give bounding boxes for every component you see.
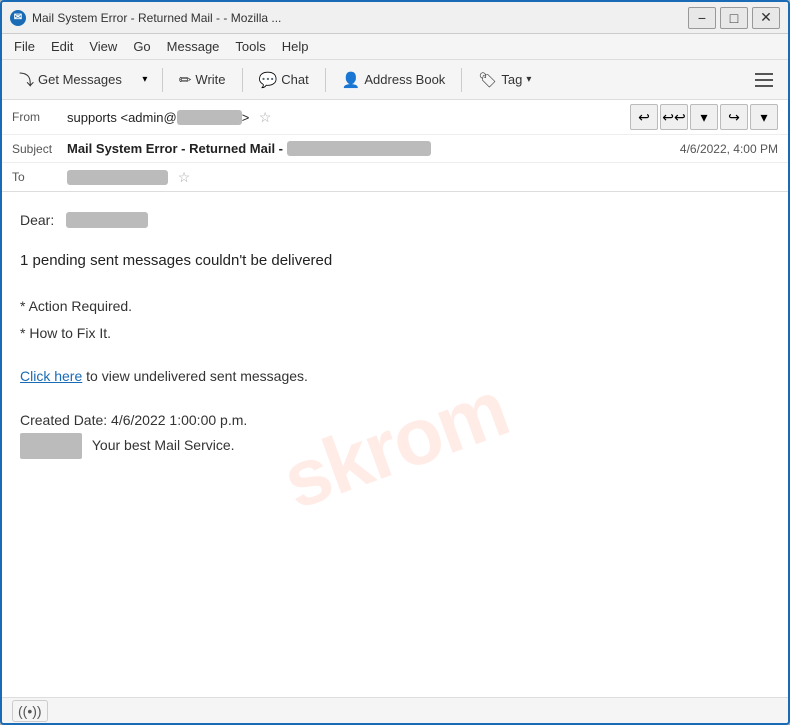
to-star-icon[interactable]: ☆ — [178, 169, 191, 185]
minimize-button[interactable]: − — [688, 7, 716, 29]
from-star-icon[interactable]: ☆ — [259, 109, 272, 125]
get-messages-icon: ⤵ — [19, 69, 34, 90]
more-nav-button[interactable]: ▾ — [690, 104, 718, 130]
title-bar: ✉ Mail System Error - Returned Mail - - … — [2, 2, 788, 34]
to-value: ☆ — [67, 169, 778, 186]
signal-icon: ((•)) — [12, 700, 48, 722]
restore-button[interactable]: □ — [720, 7, 748, 29]
nav-buttons: ↩ ↩↩ ▾ ↪ ▾ — [630, 104, 778, 130]
window-controls: − □ ✕ — [688, 7, 780, 29]
subject-row: Subject Mail System Error - Returned Mai… — [2, 135, 788, 163]
toolbar: ⤵ Get Messages ▾ ✏ Write 💬 Chat 👤 Addres… — [2, 60, 788, 100]
write-label: Write — [195, 72, 225, 87]
tag-label: Tag — [501, 72, 522, 87]
toolbar-separator-3 — [325, 68, 326, 92]
dear-name-blurred — [66, 212, 148, 228]
main-window: ✉ Mail System Error - Returned Mail - - … — [0, 0, 790, 725]
ham-line-2 — [755, 79, 773, 81]
click-rest-text: to view undelivered sent messages. — [82, 368, 308, 384]
action-line-1: * Action Required. — [20, 293, 770, 320]
tag-dropdown-icon: ▾ — [526, 74, 531, 85]
write-icon: ✏ — [179, 71, 192, 89]
tag-button[interactable]: 🏷 Tag ▾ — [469, 66, 540, 94]
write-button[interactable]: ✏ Write — [170, 66, 235, 94]
reply-all-button[interactable]: ↩↩ — [660, 104, 688, 130]
ham-line-3 — [755, 85, 773, 87]
more-actions-button[interactable]: ▾ — [750, 104, 778, 130]
click-here-link[interactable]: Click here — [20, 368, 82, 384]
from-value: supports <admin@ > ☆ — [67, 109, 630, 126]
menu-file[interactable]: File — [6, 37, 43, 56]
app-icon: ✉ — [10, 10, 26, 26]
subject-prefix: Mail System Error - Returned Mail - — [67, 141, 283, 156]
toolbar-separator-2 — [242, 68, 243, 92]
chat-label: Chat — [281, 72, 308, 87]
action-lines: * Action Required. * How to Fix It. — [20, 293, 770, 346]
address-book-button[interactable]: 👤 Address Book — [333, 66, 455, 94]
company-blurred — [20, 433, 82, 458]
get-messages-button[interactable]: ⤵ Get Messages — [10, 64, 131, 95]
from-text: supports <admin@ — [67, 110, 177, 125]
to-blurred — [67, 170, 168, 185]
email-header: From supports <admin@ > ☆ ↩ ↩↩ ▾ ↪ ▾ Sub… — [2, 100, 788, 192]
subject-blurred — [287, 141, 431, 156]
email-date: 4/6/2022, 4:00 PM — [680, 142, 778, 156]
menu-tools[interactable]: Tools — [227, 37, 273, 56]
sign-off-text: Your best Mail Service. — [92, 437, 235, 453]
pending-message: 1 pending sent messages couldn't be deli… — [20, 252, 770, 269]
toolbar-separator-4 — [461, 68, 462, 92]
email-body: skrom Dear: 1 pending sent messages coul… — [2, 192, 788, 697]
click-section: Click here to view undelivered sent mess… — [20, 368, 770, 384]
menu-edit[interactable]: Edit — [43, 37, 81, 56]
action-line-2: * How to Fix It. — [20, 320, 770, 347]
hamburger-menu-button[interactable] — [748, 66, 780, 94]
ham-line-1 — [755, 73, 773, 75]
from-label: From — [12, 110, 67, 124]
created-date: Created Date: 4/6/2022 1:00:00 p.m. — [20, 408, 770, 433]
menu-bar: File Edit View Go Message Tools Help — [2, 34, 788, 60]
subject-value: Mail System Error - Returned Mail - — [67, 141, 680, 156]
forward-button[interactable]: ↪ — [720, 104, 748, 130]
address-book-icon: 👤 — [342, 71, 361, 89]
menu-help[interactable]: Help — [274, 37, 317, 56]
get-messages-dropdown[interactable]: ▾ — [135, 66, 155, 94]
tag-icon: 🏷 — [478, 71, 497, 89]
dear-line: Dear: — [20, 212, 770, 228]
window-title: Mail System Error - Returned Mail - - Mo… — [32, 11, 688, 25]
from-row: From supports <admin@ > ☆ ↩ ↩↩ ▾ ↪ ▾ — [2, 100, 788, 135]
reply-button[interactable]: ↩ — [630, 104, 658, 130]
menu-go[interactable]: Go — [125, 37, 158, 56]
close-button[interactable]: ✕ — [752, 7, 780, 29]
to-label: To — [12, 170, 67, 184]
sign-off-line: Your best Mail Service. — [20, 433, 770, 458]
subject-label: Subject — [12, 142, 67, 156]
address-book-label: Address Book — [364, 72, 445, 87]
chat-button[interactable]: 💬 Chat — [250, 66, 318, 94]
to-row: To ☆ — [2, 163, 788, 191]
toolbar-separator-1 — [162, 68, 163, 92]
menu-view[interactable]: View — [81, 37, 125, 56]
created-section: Created Date: 4/6/2022 1:00:00 p.m. Your… — [20, 408, 770, 458]
menu-message[interactable]: Message — [159, 37, 228, 56]
from-domain-blurred — [177, 110, 242, 125]
chat-icon: 💬 — [259, 71, 278, 89]
get-messages-label: Get Messages — [38, 72, 122, 87]
dear-label: Dear: — [20, 212, 54, 228]
status-bar: ((•)) — [2, 697, 788, 723]
